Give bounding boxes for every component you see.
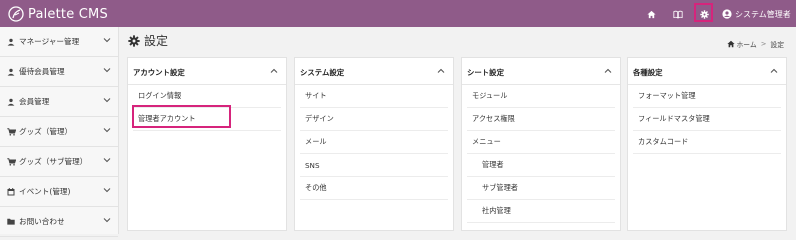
panel-item-module[interactable]: モジュール <box>467 85 615 108</box>
panel-system-settings: システム設定 サイト デザイン メール SNS その他 <box>294 57 454 231</box>
breadcrumb-current: 設定 <box>770 41 784 49</box>
panel-title: 各種設定 <box>633 68 663 77</box>
logo[interactable]: Palette CMS <box>8 4 108 24</box>
user-icon <box>6 37 16 47</box>
panel-list: フォーマット管理 フィールドマスタ管理 カスタムコード <box>633 85 781 154</box>
panel-header[interactable]: アカウント設定 <box>128 58 286 85</box>
panel-sheet-settings: シート設定 モジュール アクセス権限 メニュー 管理者 サブ管理者 社内管理 <box>461 57 621 231</box>
panel-item-other[interactable]: その他 <box>300 177 448 200</box>
book-icon[interactable] <box>670 6 686 22</box>
chevron-up-icon[interactable] <box>270 68 278 74</box>
panel-item-menu-sub-admin[interactable]: サブ管理者 <box>467 177 615 200</box>
top-bar: Palette CMS システム管理者 <box>0 0 796 27</box>
user-circle-icon <box>722 9 732 19</box>
user-icon <box>6 97 16 107</box>
home-icon <box>726 40 735 48</box>
sidebar-item-vip-member[interactable]: 優待会員管理 <box>0 57 118 87</box>
panel-header[interactable]: システム設定 <box>295 58 453 85</box>
panel-header[interactable]: シート設定 <box>462 58 620 85</box>
chevron-down-icon <box>103 98 111 103</box>
panel-title: アカウント設定 <box>133 68 185 77</box>
admin-account-highlight-box <box>132 105 231 128</box>
sidebar-item-manager[interactable]: マネージャー管理 <box>0 27 118 57</box>
cart-icon <box>6 127 16 137</box>
panel-item-menu-internal[interactable]: 社内管理 <box>467 200 615 223</box>
panel-item-mail[interactable]: メール <box>300 131 448 154</box>
chevron-down-icon <box>103 68 111 73</box>
chevron-up-icon[interactable] <box>437 68 445 74</box>
breadcrumb: ホーム > 設定 <box>726 39 784 49</box>
panel-title: シート設定 <box>467 68 504 77</box>
breadcrumb-home-link[interactable]: ホーム <box>737 39 757 49</box>
sidebar-item-event[interactable]: イベント(管理) <box>0 177 118 207</box>
panel-list: サイト デザイン メール SNS その他 <box>300 85 448 200</box>
breadcrumb-separator: > <box>760 40 767 48</box>
home-icon[interactable] <box>643 6 659 22</box>
sidebar-item-label: グッズ（サブ管理） <box>19 157 88 166</box>
folder-icon <box>6 217 16 227</box>
chevron-up-icon[interactable] <box>604 68 612 74</box>
chevron-down-icon <box>103 38 111 43</box>
panel-item-design[interactable]: デザイン <box>300 108 448 131</box>
chevron-up-icon[interactable] <box>770 68 778 74</box>
page-title: 設定 <box>144 34 169 48</box>
panel-item-custom-code[interactable]: カスタムコード <box>633 131 781 154</box>
sidebar-item-goods[interactable]: グッズ（管理） <box>0 117 118 147</box>
sidebar-item-inquiry[interactable]: お問い合わせ <box>0 207 118 237</box>
panel-item-access-rights[interactable]: アクセス権限 <box>467 108 615 131</box>
panel-item-menu-admin[interactable]: 管理者 <box>467 154 615 177</box>
panel-header[interactable]: 各種設定 <box>628 58 786 85</box>
sidebar-item-member[interactable]: 会員管理 <box>0 87 118 117</box>
gear-icon <box>128 34 140 47</box>
panel-list: モジュール アクセス権限 メニュー 管理者 サブ管理者 社内管理 <box>467 85 615 223</box>
sidebar: マネージャー管理 優待会員管理 会員管理 グッズ（管理） グッズ（サブ管理） イ… <box>0 27 119 237</box>
page-header: 設定 <box>128 32 168 49</box>
panel-various-settings: 各種設定 フォーマット管理 フィールドマスタ管理 カスタムコード <box>627 57 787 231</box>
panel-account-settings: アカウント設定 ログイン情報 管理者アカウント <box>127 57 287 231</box>
panel-item-menu[interactable]: メニュー <box>467 131 615 154</box>
calendar-icon <box>6 187 16 197</box>
sidebar-item-label: 会員管理 <box>19 97 50 106</box>
sidebar-item-goods-sub[interactable]: グッズ（サブ管理） <box>0 147 118 177</box>
chevron-down-icon <box>103 158 111 163</box>
chevron-down-icon <box>103 218 111 223</box>
user-menu[interactable]: システム管理者 <box>722 6 791 22</box>
panel-item-site[interactable]: サイト <box>300 85 448 108</box>
chevron-down-icon <box>103 128 111 133</box>
panel-item-sns[interactable]: SNS <box>300 154 448 177</box>
sidebar-item-label: マネージャー管理 <box>19 37 80 46</box>
panel-title: システム設定 <box>300 68 345 77</box>
sidebar-item-label: イベント(管理) <box>19 187 71 196</box>
sidebar-item-label: お問い合わせ <box>19 217 65 226</box>
chevron-down-icon <box>103 188 111 193</box>
user-name: システム管理者 <box>735 9 791 19</box>
palette-logo-icon <box>8 6 24 22</box>
gear-highlight-box <box>694 3 713 22</box>
cart-icon <box>6 157 16 167</box>
sidebar-item-label: グッズ（管理） <box>19 127 73 136</box>
logo-text: Palette CMS <box>28 6 108 22</box>
panel-item-field-master[interactable]: フィールドマスタ管理 <box>633 108 781 131</box>
user-icon <box>6 67 16 77</box>
sidebar-item-label: 優待会員管理 <box>19 67 65 76</box>
panel-item-format[interactable]: フォーマット管理 <box>633 85 781 108</box>
